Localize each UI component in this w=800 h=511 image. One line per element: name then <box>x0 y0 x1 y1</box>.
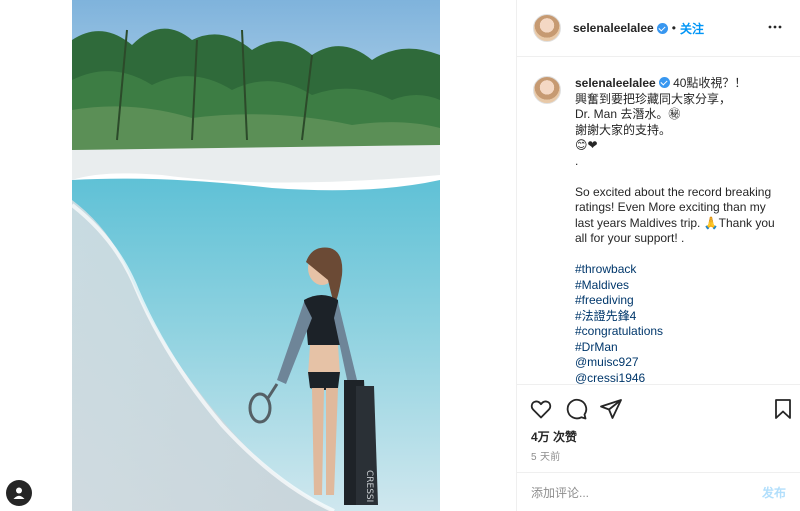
caption-line <box>575 169 784 185</box>
hashtag-link[interactable]: #DrMan <box>575 340 784 356</box>
post-header: selenaleelalee • 关注 <box>517 0 800 57</box>
header-username[interactable]: selenaleelalee <box>573 21 654 35</box>
caption-line: last years Maldives trip. 🙏Thank you <box>575 215 775 230</box>
share-icon[interactable] <box>599 397 623 421</box>
avatar[interactable] <box>533 14 561 42</box>
caption-line: Dr. Man 去潛水。㊙ <box>575 107 681 121</box>
likes-count[interactable]: 4万 次赞 <box>531 428 577 445</box>
fins: CRESSI <box>344 380 378 505</box>
caption-body: selenaleelalee 40點收視？！ 興奮到要把珍藏同大家分享， Dr.… <box>575 76 784 384</box>
photo-area: CRESSI <box>0 0 516 511</box>
hashtag-link[interactable]: #throwback <box>575 262 784 278</box>
comment-input[interactable] <box>531 485 762 500</box>
caption-line: selenaleelalee 40點收視？！ <box>575 76 747 90</box>
beach-photo: CRESSI <box>72 0 440 511</box>
mention-link[interactable]: @muisc927 <box>575 355 784 371</box>
actions-bar: 4万 次赞 5 天前 发布 <box>517 384 800 511</box>
post-modal: CRESSI selenaleelalee • 关注 selenaleelale… <box>0 0 800 511</box>
mention-link[interactable]: @cressi1946 <box>575 371 784 385</box>
comments-section[interactable]: selenaleelalee 40點收視？！ 興奮到要把珍藏同大家分享， Dr.… <box>517 58 800 384</box>
follow-button[interactable]: 关注 <box>680 20 704 37</box>
caption-avatar[interactable] <box>533 76 561 104</box>
caption-line: . <box>575 153 579 168</box>
caption-line: So excited about the record breaking <box>575 184 772 199</box>
hashtag-link[interactable]: #Maldives <box>575 278 784 294</box>
add-comment-bar: 发布 <box>517 472 800 511</box>
caption-line <box>575 247 784 263</box>
action-icons-row <box>517 385 800 429</box>
hashtag-link[interactable]: #freediving <box>575 293 784 309</box>
verified-badge-icon <box>658 77 670 88</box>
caption-line: 謝謝大家的支持。 <box>575 122 672 137</box>
post-comment-button[interactable]: 发布 <box>762 484 786 501</box>
caption-line: all for your support! . <box>575 231 685 245</box>
caption-username[interactable]: selenaleelalee <box>575 76 656 90</box>
post-timestamp[interactable]: 5 天前 <box>531 448 561 463</box>
heart-icon[interactable] <box>529 397 553 421</box>
more-options-icon[interactable] <box>768 20 782 34</box>
caption-line: 😊❤ <box>575 138 598 152</box>
svg-text:CRESSI: CRESSI <box>364 470 374 502</box>
post-details-panel: selenaleelalee • 关注 selenaleelalee 40點收視… <box>516 0 800 511</box>
post-image[interactable]: CRESSI <box>72 0 440 511</box>
account-icon[interactable] <box>6 480 32 506</box>
hashtag-link[interactable]: #congratulations <box>575 324 784 340</box>
hashtag-link[interactable]: #法證先鋒4 <box>575 309 784 325</box>
bookmark-icon[interactable] <box>771 397 795 421</box>
caption-line: 興奮到要把珍藏同大家分享， <box>575 91 732 106</box>
separator-dot: • <box>671 21 676 35</box>
caption: selenaleelalee 40點收視？！ 興奮到要把珍藏同大家分享， Dr.… <box>533 76 784 384</box>
caption-line: ratings! Even More exciting than my <box>575 200 766 214</box>
verified-badge-icon <box>656 22 668 34</box>
person-icon <box>13 487 25 499</box>
comment-icon[interactable] <box>564 397 588 421</box>
